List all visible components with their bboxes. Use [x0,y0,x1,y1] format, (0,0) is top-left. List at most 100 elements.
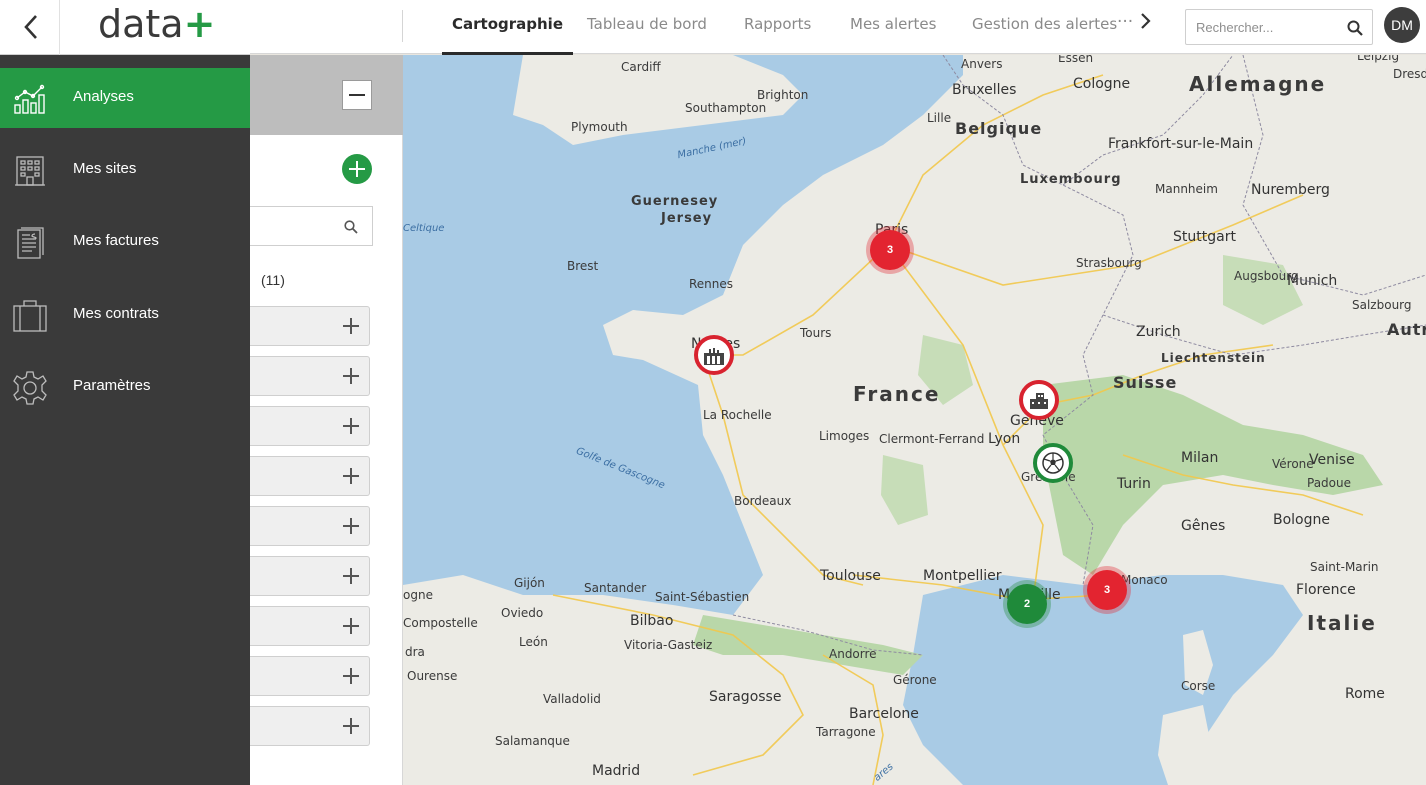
map-label-city: Bilbao [630,613,674,629]
collapse-panel-button[interactable] [342,80,372,110]
filter-row[interactable] [250,356,370,396]
menu-item-label: Analyses [73,88,134,105]
map-cluster-marker[interactable]: 2 [1007,584,1047,624]
map-label-city: Gijón [514,576,545,590]
menu-item-mes-sites[interactable]: Mes sites [0,140,250,200]
expand-plus-icon[interactable] [343,668,359,684]
add-filter-button[interactable] [342,154,372,184]
map-label-city: Leipzig [1357,55,1400,63]
map-label-city: Brighton [757,88,809,102]
side-menu: data+ Analyses Mes sites Mes factures Me… [0,0,250,785]
map-label-city: Frankfort-sur-le-Main [1108,136,1254,152]
map-cluster-marker[interactable]: 3 [870,230,910,270]
map-label-city: Gérone [893,673,937,687]
map-site-pin[interactable] [694,335,734,375]
map-label-city: Ourense [407,669,458,683]
map-cluster-marker[interactable]: 3 [1087,570,1127,610]
search-icon[interactable] [1347,20,1363,36]
menu-item-parametres[interactable]: Paramètres [0,357,250,417]
tab-mes-alertes[interactable]: Mes alertes [850,15,936,33]
logo-text: data [98,2,184,46]
menu-item-label: Paramètres [73,377,151,394]
map-label-city: Vérone [1272,457,1314,471]
tab-tableau-de-bord[interactable]: Tableau de bord [587,15,707,33]
map-label-city: Compostelle [403,616,478,630]
map-label-city: Bordeaux [734,494,792,508]
stadium-icon [1042,452,1064,474]
expand-plus-icon[interactable] [343,568,359,584]
tab-cartographie[interactable]: Cartographie [442,15,573,55]
map-label-country: Italie [1307,611,1377,635]
map-label-city: Madrid [592,763,641,779]
map-label-city: dra [405,645,425,659]
map-label-city: Milan [1181,450,1219,466]
logo: data+ [98,2,215,46]
expand-plus-icon[interactable] [343,518,359,534]
panel-header [250,55,403,135]
map-label-city: Venise [1309,452,1355,468]
map-label-city: Montpellier [923,568,1002,584]
map-label-city: Zurich [1136,324,1181,340]
search-input[interactable] [1186,10,1336,44]
briefcase-icon [13,300,47,332]
menu-item-label: Mes factures [73,232,159,249]
map-label-city: Anvers [961,57,1003,71]
map-label-country: Suisse [1113,373,1178,392]
office-icon [1030,393,1048,409]
filter-row[interactable] [250,606,370,646]
chevron-right-icon[interactable] [1138,10,1154,32]
filter-row[interactable] [250,656,370,696]
invoice-icon [17,227,44,259]
map-label-city: Saragosse [709,689,782,705]
menu-item-mes-factures[interactable]: Mes factures [0,212,250,272]
expand-plus-icon[interactable] [343,318,359,334]
map-label-city: Corse [1181,679,1216,693]
map-label-city: Rennes [689,277,734,291]
map-label-country: Allemagne [1189,72,1327,96]
avatar[interactable]: DM [1384,7,1420,43]
tab-gestion-des-alertes[interactable]: Gestion des alertes [972,15,1117,33]
map-label-city: Andorre [829,647,877,661]
expand-plus-icon[interactable] [343,418,359,434]
filter-row[interactable] [250,306,370,346]
map-label-city: Southampton [685,101,767,115]
expand-plus-icon[interactable] [343,618,359,634]
map-label-city: Lille [927,111,952,125]
filter-row[interactable] [250,456,370,496]
factory-icon [704,348,724,365]
top-navigation-bar: Cartographie Tableau de bord Rapports Me… [250,0,1426,55]
map-label-sea: Celtique [403,223,445,234]
map-label-city: Mannheim [1155,182,1218,196]
filter-row[interactable] [250,406,370,446]
panel-search-field[interactable] [250,206,373,246]
map-site-pin[interactable] [1033,443,1073,483]
map-view[interactable]: Manche (mer) Golfe de Gascogne Celtique … [403,55,1426,785]
map-label-city: La Rochelle [703,408,772,422]
expand-plus-icon[interactable] [343,718,359,734]
filter-row[interactable] [250,556,370,596]
filter-row[interactable] [250,706,370,746]
map-label-city: Essen [1058,55,1094,65]
filter-panel: er (11) [236,55,403,785]
map-label-city: Valladolid [543,692,601,706]
tab-rapports[interactable]: Rapports [744,15,811,33]
search-icon[interactable] [344,220,358,234]
map-site-pin[interactable] [1019,380,1059,420]
map-label-city: Lyon [988,431,1021,447]
filter-row[interactable] [250,506,370,546]
map-label-country: Luxembourg [1020,172,1122,187]
map-label-city: Turin [1117,476,1151,492]
menu-header: data+ [0,0,250,55]
expand-plus-icon[interactable] [343,368,359,384]
map-label-city: Bruxelles [952,82,1017,98]
map-label-city: Tarragone [816,725,876,739]
menu-item-analyses[interactable]: Analyses [0,68,250,128]
menu-item-mes-contrats[interactable]: Mes contrats [0,285,250,345]
map-label-city: Stuttgart [1173,229,1236,245]
expand-plus-icon[interactable] [343,468,359,484]
map-label-city: Nuremberg [1251,182,1330,198]
back-button[interactable] [0,0,60,55]
map-label-city: Clermont-Ferrand [879,432,985,446]
map-label-city: ogne [403,588,433,602]
map-label-country: France [853,382,941,406]
